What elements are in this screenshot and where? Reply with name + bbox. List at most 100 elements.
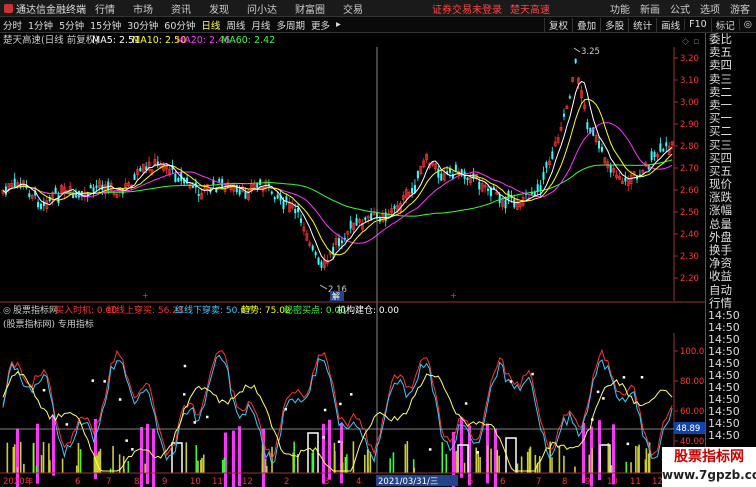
period-daily[interactable]: 日线	[198, 18, 223, 32]
menu-guest[interactable]: 游客	[730, 1, 750, 16]
event-marker[interactable]: +	[450, 291, 457, 300]
volume-bar	[127, 460, 130, 473]
candle-body	[259, 179, 262, 186]
panel-expand-icon[interactable]: ▫	[693, 37, 699, 47]
candle-body	[568, 96, 571, 99]
quote-row[interactable]: 买三	[706, 139, 756, 152]
quote-row[interactable]: 卖四	[706, 59, 756, 72]
volume-bar	[42, 441, 45, 473]
quote-row[interactable]: 买一	[706, 112, 756, 125]
menu-item-market[interactable]: 市场	[124, 1, 162, 16]
menu-function[interactable]: 功能	[610, 1, 630, 16]
quote-row[interactable]: 卖二	[706, 86, 756, 99]
quote-row[interactable]: 净资	[706, 257, 756, 270]
indicator-gear-icon[interactable]: ◎	[3, 306, 11, 316]
menu-item-wealth[interactable]: 财富圈	[286, 1, 334, 16]
candle-body	[545, 162, 548, 168]
candle-body	[440, 173, 443, 181]
quote-row[interactable]: 收益	[706, 270, 756, 283]
signal-dot	[65, 423, 69, 426]
candle-body	[311, 245, 314, 251]
quote-row[interactable]: 现价	[706, 178, 756, 191]
event-marker[interactable]: +	[142, 291, 149, 300]
tick-time: 14:50	[708, 428, 740, 442]
period-60min[interactable]: 60分钟	[161, 18, 198, 32]
volume-bar	[607, 443, 610, 473]
chart-area[interactable]: 楚天高速(日线 前复权) MA5: 2.51 MA10: 2.50 MA20: …	[0, 33, 705, 487]
btn-multi-stock[interactable]: 多股	[600, 17, 628, 32]
quote-row[interactable]: 卖五	[706, 46, 756, 59]
volume-bar	[340, 441, 343, 473]
price-tick-label: 2.80	[680, 142, 699, 152]
indicator-subtitle: (股票指标网) 专用指标	[3, 318, 94, 330]
period-5min[interactable]: 5分钟	[56, 18, 87, 32]
quote-row[interactable]: 卖三	[706, 73, 756, 86]
btn-adjust[interactable]: 复权	[544, 17, 572, 32]
period-15min[interactable]: 15分钟	[87, 18, 124, 32]
target-icon[interactable]: ◎	[738, 19, 756, 30]
signal-dot	[284, 407, 287, 411]
volume-bar	[16, 466, 19, 473]
volume-bar	[392, 452, 395, 473]
menu-item-ask[interactable]: 问小达	[238, 1, 286, 16]
indicator-redline-up: 红线上穿买: 56.28	[107, 304, 184, 316]
date-label: 8	[134, 477, 139, 487]
quote-row[interactable]: 买二	[706, 125, 756, 138]
panel-gear-icon[interactable]: ◇	[682, 37, 689, 47]
period-toolbar: 分时 1分钟 5分钟 15分钟 30分钟 60分钟 日线 周线 月线 多周期 更…	[0, 17, 756, 33]
volume-bar	[413, 467, 415, 473]
quote-row[interactable]: 换手	[706, 244, 756, 257]
chart-background	[0, 33, 705, 487]
signal-dot	[339, 402, 342, 406]
menu-item-trade[interactable]: 交易	[334, 1, 372, 16]
volume-bar	[312, 450, 315, 473]
login-notice[interactable]: 证券交易未登录	[432, 1, 502, 16]
period-weekly[interactable]: 周线	[223, 18, 248, 32]
candle-body	[624, 177, 627, 182]
volume-bar	[79, 449, 82, 473]
menu-options[interactable]: 选项	[700, 1, 720, 16]
period-30min[interactable]: 30分钟	[124, 18, 161, 32]
menu-item-news[interactable]: 资讯	[162, 1, 200, 16]
btn-stats[interactable]: 统计	[628, 17, 656, 32]
btn-draw[interactable]: 画线	[656, 17, 684, 32]
menu-item-quotes[interactable]: 行情	[86, 1, 124, 16]
date-label: 4	[356, 477, 361, 487]
volume-bar	[591, 448, 594, 473]
candle-body	[174, 174, 177, 183]
quote-row[interactable]: 委比	[706, 33, 756, 46]
candle-body	[574, 58, 577, 63]
btn-mark[interactable]: 标记	[710, 17, 739, 32]
btn-overlay[interactable]: 叠加	[572, 17, 600, 32]
more-arrow-icon[interactable]: ▸	[333, 19, 344, 30]
quote-row[interactable]: 卖一	[706, 99, 756, 112]
signal-dot	[103, 380, 106, 383]
quote-row[interactable]: 涨跌	[706, 191, 756, 204]
menu-formula[interactable]: 公式	[670, 1, 690, 16]
menu-new-draw[interactable]: 新画	[640, 1, 660, 16]
quote-row[interactable]: 涨幅	[706, 204, 756, 217]
period-monthly[interactable]: 月线	[248, 18, 273, 32]
quote-row[interactable]: 外盘	[706, 231, 756, 244]
quote-row[interactable]: 总量	[706, 218, 756, 231]
quote-row[interactable]: 买四	[706, 152, 756, 165]
period-1min[interactable]: 1分钟	[25, 18, 56, 32]
signal-bar	[612, 424, 615, 485]
menu-item-discover[interactable]: 发现	[200, 1, 238, 16]
date-label: 7	[536, 477, 541, 487]
period-multi[interactable]: 多周期	[273, 18, 308, 32]
signal-dot	[118, 398, 122, 401]
candle-body	[653, 152, 656, 158]
period-more[interactable]: 更多	[308, 18, 333, 32]
candle-body	[39, 203, 42, 209]
volume-bar	[23, 463, 25, 473]
btn-f10[interactable]: F10	[684, 19, 711, 30]
candle-body	[340, 240, 343, 244]
period-intraday[interactable]: 分时	[0, 18, 25, 32]
quote-mode[interactable]: 行情	[706, 297, 756, 310]
app-logo: 通达信金融终端	[0, 1, 86, 16]
candle-body	[551, 151, 554, 159]
auto-mode[interactable]: 自动	[706, 284, 756, 297]
quote-row[interactable]: 买五	[706, 165, 756, 178]
volume-bar	[588, 454, 591, 473]
